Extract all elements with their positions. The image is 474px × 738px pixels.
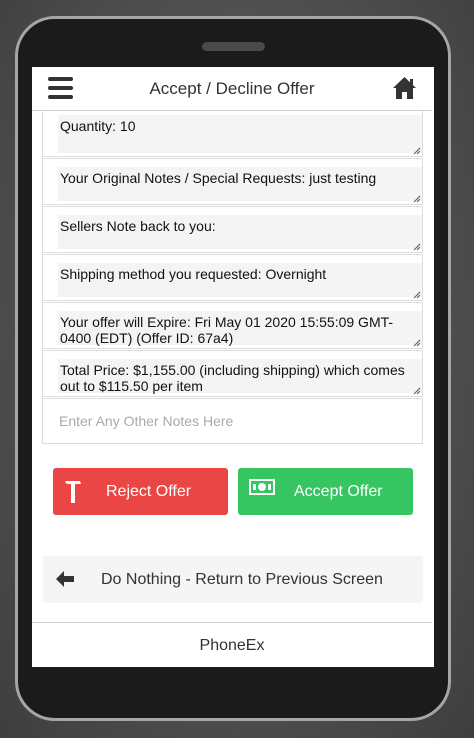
original-notes-field[interactable]: Your Original Notes / Special Requests: … [42, 158, 423, 205]
resize-grip-icon[interactable] [413, 387, 421, 395]
other-notes-field [42, 398, 423, 444]
quantity-text: Quantity: 10 [58, 115, 422, 153]
original-notes-text: Your Original Notes / Special Requests: … [58, 167, 422, 201]
return-previous-button[interactable]: Do Nothing - Return to Previous Screen [43, 556, 423, 603]
phone-speaker [202, 42, 265, 51]
hammer-icon [65, 481, 81, 503]
offer-details: Quantity: 10 Your Original Notes / Speci… [42, 111, 423, 444]
return-previous-label: Do Nothing - Return to Previous Screen [101, 571, 383, 588]
app-header: Accept / Decline Offer [32, 67, 432, 111]
resize-grip-icon[interactable] [413, 195, 421, 203]
reject-offer-button[interactable]: Reject Offer [53, 468, 228, 515]
resize-grip-icon[interactable] [413, 147, 421, 155]
app-footer: PhoneEx [32, 622, 432, 667]
total-price-text: Total Price: $1,155.00 (including shippi… [58, 359, 422, 394]
shipping-method-field[interactable]: Shipping method you requested: Overnight [42, 254, 423, 301]
page-title: Accept / Decline Offer [149, 79, 315, 98]
offer-expire-field[interactable]: Your offer will Expire: Fri May 01 2020 … [42, 302, 423, 349]
arrow-left-icon [56, 571, 74, 587]
resize-grip-icon[interactable] [413, 243, 421, 251]
footer-brand: PhoneEx [199, 637, 265, 654]
reject-offer-label: Reject Offer [106, 483, 192, 500]
offer-expire-text: Your offer will Expire: Fri May 01 2020 … [58, 311, 422, 346]
home-icon[interactable] [392, 76, 417, 100]
seller-note-text: Sellers Note back to you: [58, 215, 422, 249]
money-icon [249, 479, 275, 495]
total-price-field[interactable]: Total Price: $1,155.00 (including shippi… [42, 350, 423, 397]
app-screen: Accept / Decline Offer Quantity: 10 Your… [32, 67, 434, 667]
resize-grip-icon[interactable] [413, 291, 421, 299]
other-notes-input[interactable] [43, 399, 422, 443]
shipping-method-text: Shipping method you requested: Overnight [58, 263, 422, 297]
seller-note-field[interactable]: Sellers Note back to you: [42, 206, 423, 253]
accept-offer-label: Accept Offer [294, 483, 383, 500]
accept-offer-button[interactable]: Accept Offer [238, 468, 413, 515]
resize-grip-icon[interactable] [413, 339, 421, 347]
quantity-field[interactable]: Quantity: 10 [42, 111, 423, 157]
